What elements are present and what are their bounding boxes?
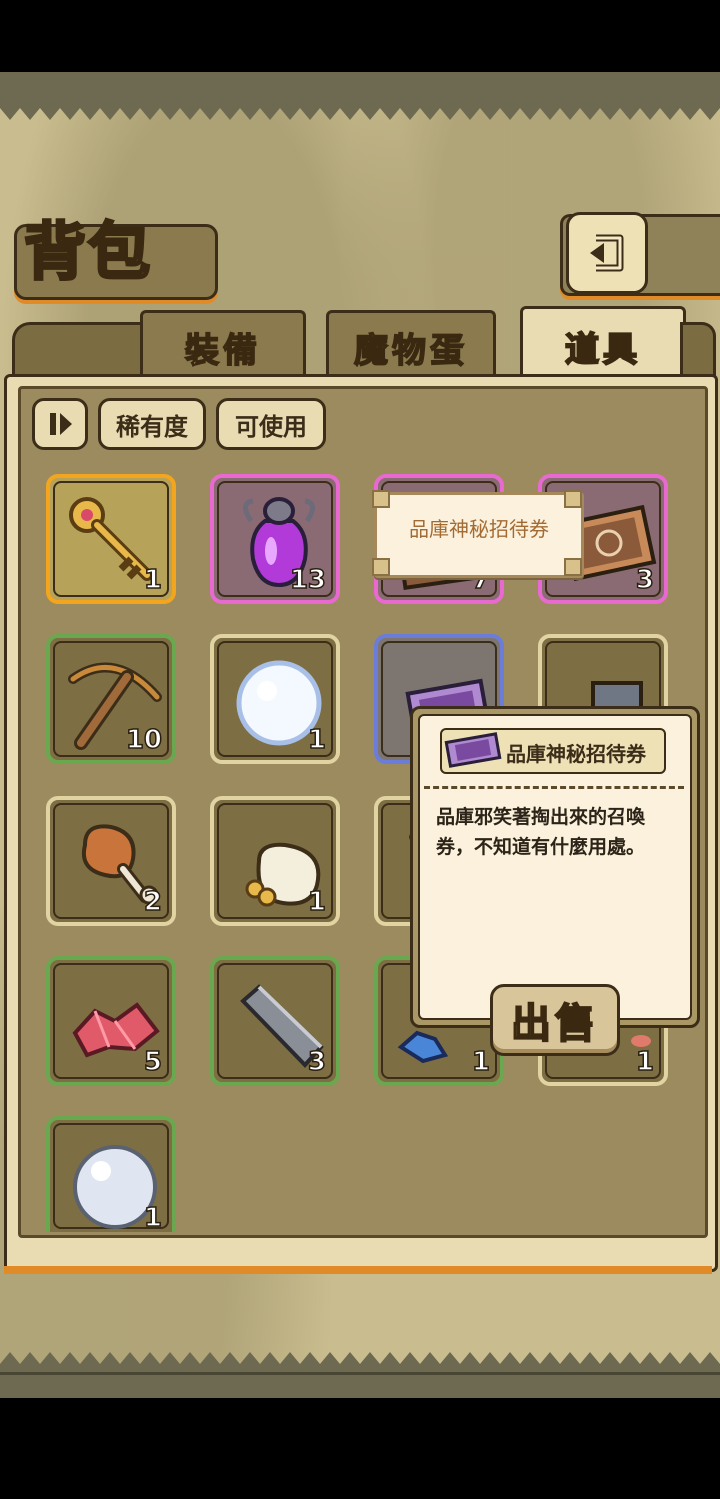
frame-bottom <box>0 1372 720 1401</box>
ticket-icon <box>444 732 502 768</box>
torn-edge-bottom <box>0 1352 720 1374</box>
item-detail-description: 品庫邪笑著掏出來的召喚券，不知道有什麼用處。 <box>436 806 646 858</box>
item-count: 13 <box>289 565 327 595</box>
page-title: 背包 <box>23 214 153 290</box>
item-count: 1 <box>143 565 163 595</box>
tooltip-corner <box>372 558 390 576</box>
rarity-filter-label: 稀有度 <box>116 412 188 441</box>
item-slot-chicken-leg[interactable]: 2 <box>46 796 176 926</box>
back-button[interactable] <box>566 212 648 294</box>
usable-filter-label: 可使用 <box>235 412 307 441</box>
status-bar <box>0 0 720 72</box>
sell-button[interactable]: 出售 <box>490 984 620 1056</box>
item-slot-pearl[interactable]: 1 <box>46 1116 176 1233</box>
item-slot-purple-potion[interactable]: 13 <box>210 474 340 604</box>
tooltip-corner <box>564 558 582 576</box>
torn-edge-top <box>0 100 720 120</box>
detail-divider <box>424 786 684 789</box>
tooltip-corner <box>564 490 582 508</box>
item-count: 1 <box>307 725 327 755</box>
item-count: 1 <box>471 1047 491 1077</box>
item-detail-name: 品庫神秘招待券 <box>506 742 646 766</box>
item-name-tooltip: 品庫神秘招待券 <box>374 492 584 578</box>
navigation-bar <box>0 1398 720 1499</box>
sort-toggle-button[interactable] <box>32 398 88 450</box>
item-count: 1 <box>635 1047 655 1077</box>
item-slot-red-crystal[interactable]: 5 <box>46 956 176 1086</box>
item-slot-golden-key[interactable]: 1 <box>46 474 176 604</box>
item-count: 3 <box>635 565 655 595</box>
tab-label: 魔物蛋 <box>353 330 468 372</box>
tab-label: 道具 <box>564 329 641 371</box>
item-count: 5 <box>143 1047 163 1077</box>
return-icon <box>590 234 624 272</box>
item-count: 1 <box>143 1203 163 1233</box>
usable-filter-button[interactable]: 可使用 <box>216 398 326 450</box>
panel-trim <box>4 1266 712 1274</box>
tab-strip-right <box>680 322 716 381</box>
item-count: 1 <box>307 887 327 917</box>
item-slot-snowball[interactable]: 1 <box>210 634 340 764</box>
tab-monster-eggs[interactable]: 魔物蛋 <box>326 310 496 381</box>
tooltip-text: 品庫神秘招待券 <box>409 517 549 541</box>
item-count: 2 <box>143 887 163 917</box>
rarity-filter-button[interactable]: 稀有度 <box>98 398 206 450</box>
sell-label: 出售 <box>510 1000 599 1048</box>
tab-equipment[interactable]: 裝備 <box>140 310 306 381</box>
tab-strip-left <box>12 322 144 381</box>
item-slot-iron-ingot[interactable]: 3 <box>210 956 340 1086</box>
item-slot-pickaxe[interactable]: 10 <box>46 634 176 764</box>
item-count: 10 <box>125 725 163 755</box>
tooltip-corner <box>372 490 390 508</box>
tab-items[interactable]: 道具 <box>520 306 686 383</box>
item-slot-money-bag[interactable]: 1 <box>210 796 340 926</box>
tab-label: 裝備 <box>184 330 261 372</box>
item-count: 3 <box>307 1047 327 1077</box>
sort-icon <box>50 413 72 435</box>
